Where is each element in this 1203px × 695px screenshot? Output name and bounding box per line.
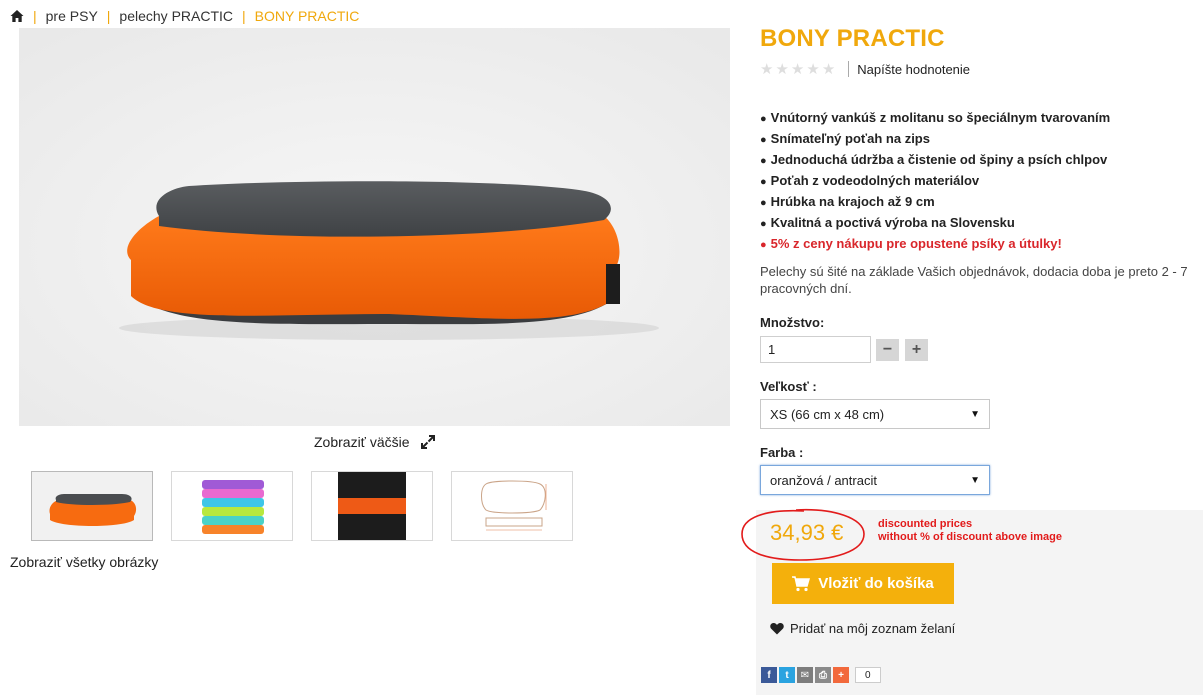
size-label: Veľkosť :: [760, 379, 817, 394]
star-icon: ★: [760, 60, 774, 78]
breadcrumb-item-pre-psy[interactable]: pre PSY: [46, 8, 98, 24]
thumbnail-1[interactable]: [31, 471, 153, 541]
breadcrumb: | pre PSY | pelechy PRACTIC | BONY PRACT…: [10, 7, 359, 25]
breadcrumb-separator: |: [106, 8, 111, 24]
feature-list: Vnútorný vankúš z molitanu so špeciálnym…: [760, 108, 1111, 255]
cart-icon: [792, 575, 811, 591]
quantity-increase-button[interactable]: +: [905, 339, 928, 361]
breadcrumb-separator: |: [33, 8, 37, 24]
annotation-text: discounted prices without % of discount …: [878, 518, 1062, 544]
size-select[interactable]: XS (66 cm x 48 cm) ▼: [760, 399, 990, 429]
expand-icon: [420, 435, 435, 449]
star-icon: ★: [821, 60, 836, 78]
feature-item: Jednoduchá údržba a čistenie od špiny a …: [760, 150, 1110, 171]
dropdown-arrow-icon: ▼: [970, 474, 980, 486]
zoom-label: Zobraziť väčšie: [314, 434, 410, 450]
dropdown-arrow-icon: ▼: [970, 408, 980, 420]
delivery-note: Pelechy sú šité na základe Vašich objedn…: [760, 264, 1188, 296]
email-icon[interactable]: ✉: [797, 667, 813, 683]
feature-item: Snímateľný poťah na zips: [760, 129, 1110, 150]
quantity-input[interactable]: [760, 336, 871, 363]
star-icon: ★: [775, 60, 789, 78]
main-product-image[interactable]: [19, 28, 730, 426]
wishlist-label: Pridať na môj zoznam želaní: [790, 621, 956, 636]
thumbnail-4[interactable]: [451, 471, 573, 541]
color-select[interactable]: oranžová / antracit ▼: [760, 465, 990, 495]
color-select-value: oranžová / antracit: [770, 472, 877, 488]
breadcrumb-separator: |: [242, 8, 246, 24]
price: 34,93 €: [770, 520, 844, 545]
feature-item: Kvalitná a poctivá výroba na Slovensku: [760, 213, 1110, 234]
breadcrumb-current: BONY PRACTIC: [254, 8, 360, 24]
thumbnail-3[interactable]: [311, 471, 433, 541]
facebook-icon[interactable]: f: [761, 667, 777, 683]
add-to-cart-button[interactable]: Vložiť do košíka: [772, 563, 954, 604]
color-label: Farba :: [760, 445, 804, 460]
star-icon: ★: [806, 60, 820, 78]
rating-stars: ★ ★ ★ ★ ★: [760, 62, 835, 77]
annotation-line: discounted prices: [878, 518, 973, 530]
addthis-icon[interactable]: +: [833, 667, 849, 683]
quantity-label: Množstvo:: [760, 315, 825, 330]
twitter-icon[interactable]: t: [779, 667, 795, 683]
zoom-link[interactable]: Zobraziť väčšie: [314, 434, 436, 450]
feature-item: Poťah z vodeodolných materiálov: [760, 171, 1110, 192]
quantity-decrease-button[interactable]: −: [876, 339, 899, 361]
annotation-line: without % of discount above image: [878, 531, 1062, 543]
size-select-value: XS (66 cm x 48 cm): [770, 406, 885, 422]
print-icon[interactable]: ⎙: [815, 667, 831, 683]
wishlist-link[interactable]: Pridať na môj zoznam želaní: [770, 621, 955, 636]
breadcrumb-item-pelechy-practic[interactable]: pelechy PRACTIC: [119, 8, 233, 24]
heart-icon: [770, 622, 784, 635]
feature-item: Hrúbka na krajoch až 9 cm: [760, 192, 1110, 213]
star-icon: ★: [790, 60, 805, 78]
add-to-cart-label: Vložiť do košíka: [818, 575, 934, 592]
feature-item: Vnútorný vankúš z molitanu so špeciálnym…: [760, 108, 1111, 129]
rating: ★ ★ ★ ★ ★ Napíšte hodnotenie: [760, 61, 970, 77]
share-count: 0: [855, 667, 881, 683]
rating-divider: [848, 61, 850, 77]
share-bar: f t ✉ ⎙ + 0: [761, 667, 881, 683]
show-all-images-link[interactable]: Zobraziť všetky obrázky: [10, 554, 158, 570]
product-title: BONY PRACTIC: [760, 25, 945, 52]
home-icon[interactable]: [10, 9, 24, 23]
write-review-link[interactable]: Napíšte hodnotenie: [857, 62, 970, 77]
feature-item-promo: 5% z ceny nákupu pre opustené psíky a út…: [760, 234, 1110, 255]
thumbnail-2[interactable]: [171, 471, 293, 541]
